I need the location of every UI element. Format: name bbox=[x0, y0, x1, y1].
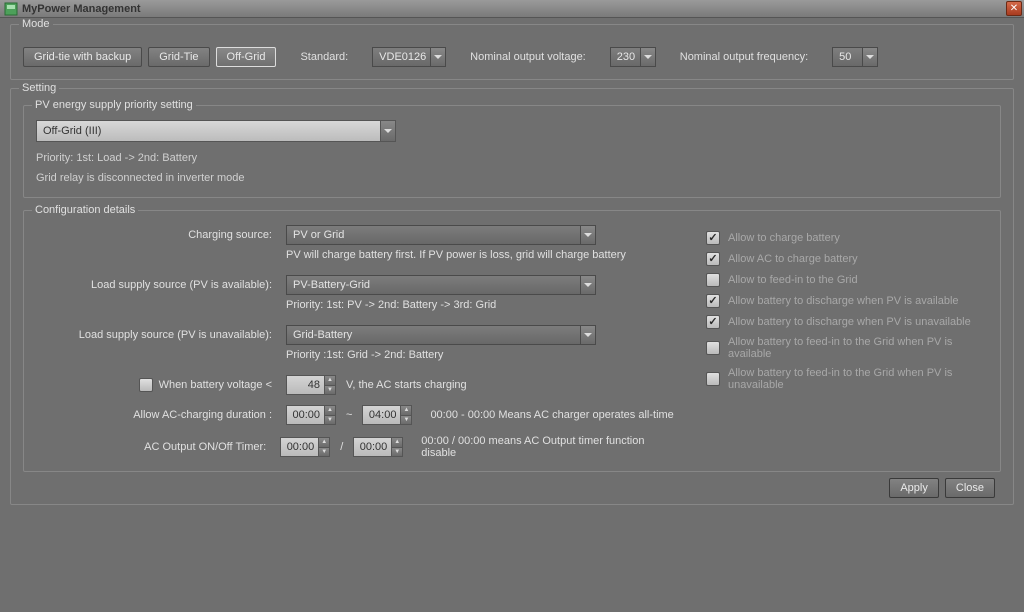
pv-priority-desc1: Priority: 1st: Load -> 2nd: Battery bbox=[36, 150, 988, 168]
ac-timer-hint: 00:00 / 00:00 means AC Output timer func… bbox=[421, 435, 676, 459]
allow-feedin-checkbox[interactable] bbox=[706, 273, 720, 287]
mode-group-title: Mode bbox=[19, 18, 53, 30]
mode-group: Mode Grid-tie with backup Grid-Tie Off-G… bbox=[10, 24, 1014, 80]
titlebar: MyPower Management ✕ bbox=[0, 0, 1024, 18]
allow-discharge-pv-avail-label: Allow battery to discharge when PV is av… bbox=[728, 295, 959, 307]
spinner-down-icon[interactable]: ▼ bbox=[392, 448, 402, 457]
spinner-up-icon[interactable]: ▲ bbox=[325, 376, 335, 386]
ac-timer-to-spinner[interactable]: ▲▼ bbox=[353, 437, 403, 457]
ac-duration-from-input[interactable] bbox=[286, 405, 324, 425]
standard-value: VDE0126 bbox=[372, 47, 430, 67]
load-pv-unavail-label: Load supply source (PV is unavailable): bbox=[36, 329, 286, 341]
allow-feedin-pv-avail-checkbox[interactable] bbox=[706, 341, 720, 355]
frequency-label: Nominal output frequency: bbox=[680, 51, 808, 63]
pv-priority-group: PV energy supply priority setting Off-Gr… bbox=[23, 105, 1001, 198]
allow-feedin-pv-avail-label: Allow battery to feed-in to the Grid whe… bbox=[728, 336, 988, 360]
spinner-down-icon[interactable]: ▼ bbox=[325, 416, 335, 425]
spinner-down-icon[interactable]: ▼ bbox=[401, 416, 411, 425]
allow-feedin-pv-unavail-label: Allow battery to feed-in to the Grid whe… bbox=[728, 367, 988, 391]
ac-timer-to-input[interactable] bbox=[353, 437, 391, 457]
pv-priority-title: PV energy supply priority setting bbox=[32, 99, 196, 111]
ac-duration-sep: ~ bbox=[346, 409, 352, 421]
spinner-up-icon[interactable]: ▲ bbox=[401, 406, 411, 416]
chevron-down-icon[interactable] bbox=[862, 47, 878, 67]
ac-duration-hint: 00:00 - 00:00 Means AC charger operates … bbox=[430, 409, 673, 421]
pv-priority-select[interactable]: Off-Grid (III) bbox=[36, 120, 396, 142]
setting-group-title: Setting bbox=[19, 82, 59, 94]
battery-voltage-input[interactable] bbox=[286, 375, 324, 395]
charging-source-hint: PV will charge battery first. If PV powe… bbox=[286, 249, 676, 261]
frequency-value: 50 bbox=[832, 47, 862, 67]
voltage-value: 230 bbox=[610, 47, 640, 67]
allow-feedin-pv-unavail-checkbox[interactable] bbox=[706, 372, 720, 386]
pv-priority-value: Off-Grid (III) bbox=[36, 120, 380, 142]
load-pv-avail-value: PV-Battery-Grid bbox=[286, 275, 580, 295]
load-pv-avail-label: Load supply source (PV is available): bbox=[36, 279, 286, 291]
chevron-down-icon[interactable] bbox=[580, 325, 596, 345]
allow-discharge-pv-avail-checkbox[interactable] bbox=[706, 294, 720, 308]
ac-duration-to-input[interactable] bbox=[362, 405, 400, 425]
voltage-label: Nominal output voltage: bbox=[470, 51, 586, 63]
config-group: Configuration details Charging source: P… bbox=[23, 210, 1001, 472]
ac-duration-label: Allow AC-charging duration : bbox=[36, 409, 286, 421]
charging-source-value: PV or Grid bbox=[286, 225, 580, 245]
mode-offgrid-button[interactable]: Off-Grid bbox=[216, 47, 277, 67]
chevron-down-icon[interactable] bbox=[380, 120, 396, 142]
pv-priority-desc2: Grid relay is disconnected in inverter m… bbox=[36, 170, 988, 188]
ac-duration-to-spinner[interactable]: ▲▼ bbox=[362, 405, 412, 425]
battery-voltage-spinner[interactable]: ▲▼ bbox=[286, 375, 336, 395]
spinner-down-icon[interactable]: ▼ bbox=[319, 448, 329, 457]
ac-duration-from-spinner[interactable]: ▲▼ bbox=[286, 405, 336, 425]
chevron-down-icon[interactable] bbox=[580, 275, 596, 295]
voltage-select[interactable]: 230 bbox=[610, 47, 656, 67]
allow-ac-charge-checkbox[interactable] bbox=[706, 252, 720, 266]
close-button[interactable]: Close bbox=[945, 478, 995, 498]
ac-timer-label: AC Output ON/Off Timer: bbox=[36, 441, 280, 453]
load-pv-unavail-select[interactable]: Grid-Battery bbox=[286, 325, 596, 345]
spinner-down-icon[interactable]: ▼ bbox=[325, 386, 335, 395]
charging-source-select[interactable]: PV or Grid bbox=[286, 225, 596, 245]
spinner-up-icon[interactable]: ▲ bbox=[325, 406, 335, 416]
setting-group: Setting PV energy supply priority settin… bbox=[10, 88, 1014, 505]
apply-button[interactable]: Apply bbox=[889, 478, 939, 498]
app-icon bbox=[4, 2, 18, 16]
battery-voltage-suffix: V, the AC starts charging bbox=[346, 379, 467, 391]
load-pv-avail-hint: Priority: 1st: PV -> 2nd: Battery -> 3rd… bbox=[286, 299, 676, 311]
allow-charge-battery-label: Allow to charge battery bbox=[728, 232, 840, 244]
charging-source-label: Charging source: bbox=[36, 229, 286, 241]
spinner-up-icon[interactable]: ▲ bbox=[392, 438, 402, 448]
battery-voltage-label: When battery voltage < bbox=[159, 379, 272, 391]
chevron-down-icon[interactable] bbox=[640, 47, 656, 67]
load-pv-unavail-hint: Priority :1st: Grid -> 2nd: Battery bbox=[286, 349, 676, 361]
close-icon[interactable]: ✕ bbox=[1006, 1, 1022, 16]
allow-feedin-label: Allow to feed-in to the Grid bbox=[728, 274, 858, 286]
load-pv-avail-select[interactable]: PV-Battery-Grid bbox=[286, 275, 596, 295]
standard-select[interactable]: VDE0126 bbox=[372, 47, 446, 67]
mode-gridtie-button[interactable]: Grid-Tie bbox=[148, 47, 209, 67]
ac-timer-from-spinner[interactable]: ▲▼ bbox=[280, 437, 330, 457]
allow-ac-charge-label: Allow AC to charge battery bbox=[728, 253, 858, 265]
window-title: MyPower Management bbox=[22, 3, 141, 15]
battery-voltage-checkbox[interactable] bbox=[139, 378, 153, 392]
config-title: Configuration details bbox=[32, 204, 138, 216]
spinner-up-icon[interactable]: ▲ bbox=[319, 438, 329, 448]
frequency-select[interactable]: 50 bbox=[832, 47, 878, 67]
mode-gridtie-backup-button[interactable]: Grid-tie with backup bbox=[23, 47, 142, 67]
allow-charge-battery-checkbox[interactable] bbox=[706, 231, 720, 245]
load-pv-unavail-value: Grid-Battery bbox=[286, 325, 580, 345]
chevron-down-icon[interactable] bbox=[430, 47, 446, 67]
allow-discharge-pv-unavail-label: Allow battery to discharge when PV is un… bbox=[728, 316, 971, 328]
standard-label: Standard: bbox=[300, 51, 348, 63]
ac-timer-from-input[interactable] bbox=[280, 437, 318, 457]
ac-timer-sep: / bbox=[340, 441, 343, 453]
chevron-down-icon[interactable] bbox=[580, 225, 596, 245]
allow-discharge-pv-unavail-checkbox[interactable] bbox=[706, 315, 720, 329]
